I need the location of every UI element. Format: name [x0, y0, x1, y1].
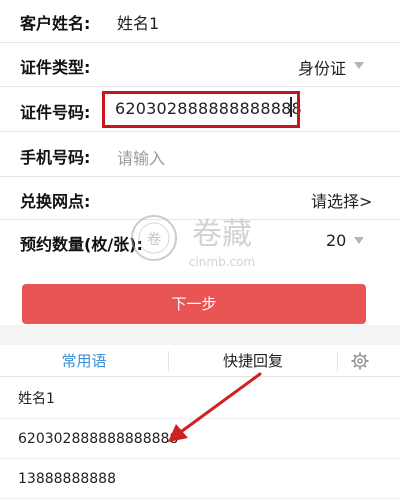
id-type-label: 证件类型:	[20, 58, 91, 77]
section-divider	[0, 325, 400, 345]
tab-common-phrases[interactable]: 常用语	[0, 345, 168, 377]
annotation-arrow	[168, 372, 262, 442]
highlight-annotation-box	[102, 91, 300, 128]
list-item[interactable]: 13888888888	[0, 459, 400, 499]
customer-name-value[interactable]: 姓名1	[117, 10, 159, 34]
exchange-outlet-select[interactable]: 请选择>	[311, 188, 372, 212]
quantity-label: 预约数量(枚/张):	[20, 235, 143, 254]
exchange-outlet-label: 兑换网点:	[20, 192, 91, 211]
quantity-value[interactable]: 20	[326, 231, 346, 250]
phone-label: 手机号码:	[20, 148, 91, 167]
tab-divider	[337, 351, 338, 371]
phone-input[interactable]: 请输入	[117, 145, 165, 169]
chevron-down-icon[interactable]	[354, 237, 364, 244]
chevron-down-icon[interactable]	[354, 62, 364, 69]
customer-name-row: 客户姓名: 姓名1	[0, 0, 400, 43]
id-number-label: 证件号码:	[20, 103, 91, 122]
watermark-logo-graphic: 卷 卷藏 cinmb.com	[131, 215, 255, 269]
id-type-row[interactable]: 证件类型: 身份证	[0, 43, 400, 87]
watermark-logo: 卷 卷藏 cinmb.com	[128, 208, 288, 278]
phone-row: 手机号码: 请输入	[0, 132, 400, 177]
id-number-row: 证件号码: 620302888888888888	[0, 87, 400, 132]
customer-name-label: 客户姓名:	[20, 14, 91, 33]
svg-text:cinmb.com: cinmb.com	[189, 255, 255, 269]
svg-text:卷藏: 卷藏	[192, 217, 252, 252]
svg-text:卷: 卷	[147, 232, 161, 248]
next-step-button[interactable]: 下一步	[22, 284, 366, 324]
gear-icon[interactable]	[351, 352, 369, 370]
id-type-value[interactable]: 身份证	[298, 55, 346, 79]
